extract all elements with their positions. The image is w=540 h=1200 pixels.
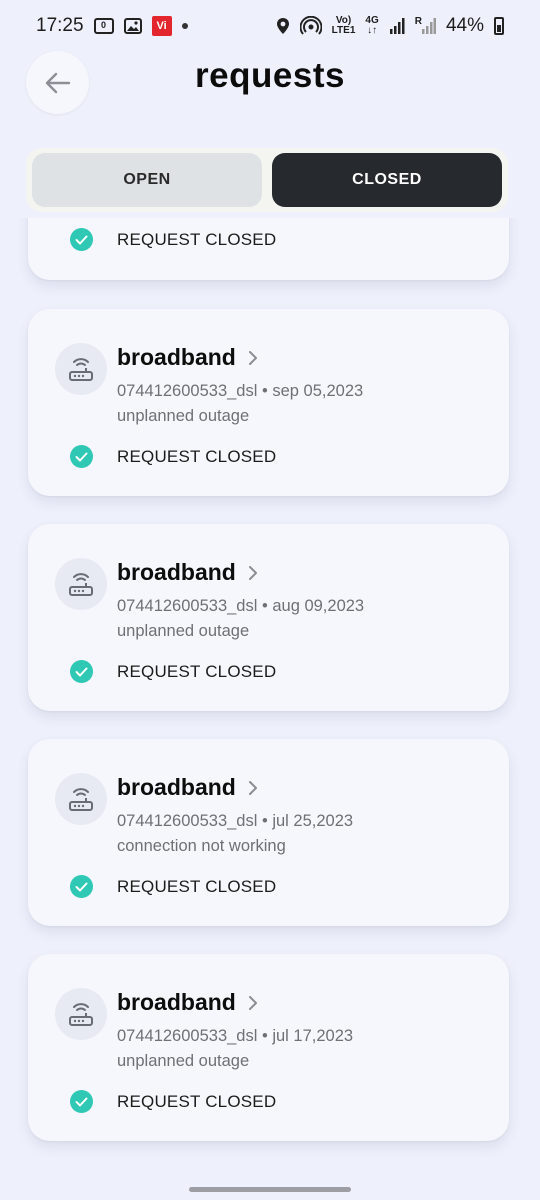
check-circle-icon (70, 660, 93, 683)
request-card[interactable]: broadband 074412600533_dsl • aug 09,2023… (28, 524, 509, 711)
router-icon (55, 558, 107, 610)
service-label: broadband (117, 989, 236, 1015)
request-date: aug 09,2023 (272, 597, 365, 615)
page-title: requests (195, 56, 345, 95)
request-status: REQUEST CLOSED (70, 1090, 276, 1113)
volte-icon: Vo) LTE1 (332, 16, 356, 36)
chevron-right-icon (248, 780, 258, 796)
request-card[interactable]: broadband 074412600533_dsl • jul 17,2023… (28, 954, 509, 1141)
service-name[interactable]: broadband (117, 989, 258, 1016)
network-type-label: 4G (365, 15, 379, 26)
check-circle-icon (70, 1090, 93, 1113)
status-tabs: OPEN CLOSED (26, 148, 508, 212)
request-meta: 074412600533_dsl • jul 25,2023 connectio… (117, 812, 354, 855)
vi-carrier-icon: Vi (151, 16, 172, 36)
status-label: REQUEST CLOSED (117, 661, 277, 681)
status-bar: 17:25 0 Vi Vo) LTE1 4G ↓↑ R 44% (0, 0, 540, 52)
status-bar-right: Vo) LTE1 4G ↓↑ R 44% (276, 15, 504, 37)
request-status: REQUEST CLOSED (70, 660, 276, 683)
check-circle-icon (70, 875, 93, 898)
clock: 17:25 (36, 15, 84, 36)
router-icon (55, 773, 107, 825)
request-meta: 074412600533_dsl • sep 05,2023 unplanned… (117, 382, 364, 425)
network-type: 4G ↓↑ (365, 15, 379, 36)
notification-dot-icon (181, 23, 188, 29)
issue-type: unplanned outage (117, 407, 250, 425)
chevron-right-icon (248, 350, 258, 366)
request-card[interactable]: REQUEST CLOSED (28, 218, 509, 280)
request-list[interactable]: REQUEST CLOSED broadband 074412600533_ds… (0, 218, 540, 1180)
image-icon (123, 18, 142, 34)
request-meta: 074412600533_dsl • jul 17,2023 unplanned… (117, 1027, 354, 1070)
router-icon (55, 988, 107, 1040)
request-meta: 074412600533_dsl • aug 09,2023 unplanned… (117, 597, 365, 640)
service-label: broadband (117, 559, 236, 585)
router-icon (55, 343, 107, 395)
account-id: 074412600533_dsl (117, 597, 258, 615)
service-name[interactable]: broadband (117, 559, 258, 586)
request-status: REQUEST CLOSED (70, 875, 276, 898)
status-bar-left: 17:25 0 Vi (36, 15, 188, 37)
account-id: 074412600533_dsl (117, 1027, 258, 1045)
chevron-right-icon (248, 565, 258, 581)
location-icon (276, 17, 290, 35)
issue-type: connection not working (117, 837, 286, 855)
hotspot-icon (299, 16, 322, 36)
home-indicator[interactable] (189, 1187, 351, 1192)
check-circle-icon (70, 228, 93, 251)
status-label: REQUEST CLOSED (117, 229, 277, 249)
request-date: jul 25,2023 (272, 812, 354, 830)
battery-icon (494, 17, 504, 35)
request-card[interactable]: broadband 074412600533_dsl • sep 05,2023… (28, 309, 509, 496)
signal-icon (389, 17, 405, 35)
request-date: jul 17,2023 (272, 1027, 354, 1045)
tab-closed[interactable]: CLOSED (272, 153, 502, 207)
service-name[interactable]: broadband (117, 344, 258, 371)
tab-open[interactable]: OPEN (32, 153, 262, 207)
check-circle-icon (70, 445, 93, 468)
roaming-signal-icon: R (415, 17, 436, 35)
service-name[interactable]: broadband (117, 774, 258, 801)
request-status: REQUEST CLOSED (70, 228, 276, 251)
status-label: REQUEST CLOSED (117, 876, 277, 896)
service-label: broadband (117, 774, 236, 800)
sim-icon: 0 (93, 18, 114, 34)
status-label: REQUEST CLOSED (117, 1091, 277, 1111)
issue-type: unplanned outage (117, 1052, 250, 1070)
request-card[interactable]: broadband 074412600533_dsl • jul 25,2023… (28, 739, 509, 926)
service-label: broadband (117, 344, 236, 370)
issue-type: unplanned outage (117, 622, 250, 640)
volte-line2: LTE1 (331, 25, 356, 36)
request-date: sep 05,2023 (272, 382, 364, 400)
account-id: 074412600533_dsl (117, 812, 258, 830)
roaming-label: R (414, 16, 422, 27)
chevron-right-icon (248, 995, 258, 1011)
status-label: REQUEST CLOSED (117, 446, 277, 466)
request-status: REQUEST CLOSED (70, 445, 276, 468)
account-id: 074412600533_dsl (117, 382, 258, 400)
battery-percent: 44% (445, 15, 484, 36)
